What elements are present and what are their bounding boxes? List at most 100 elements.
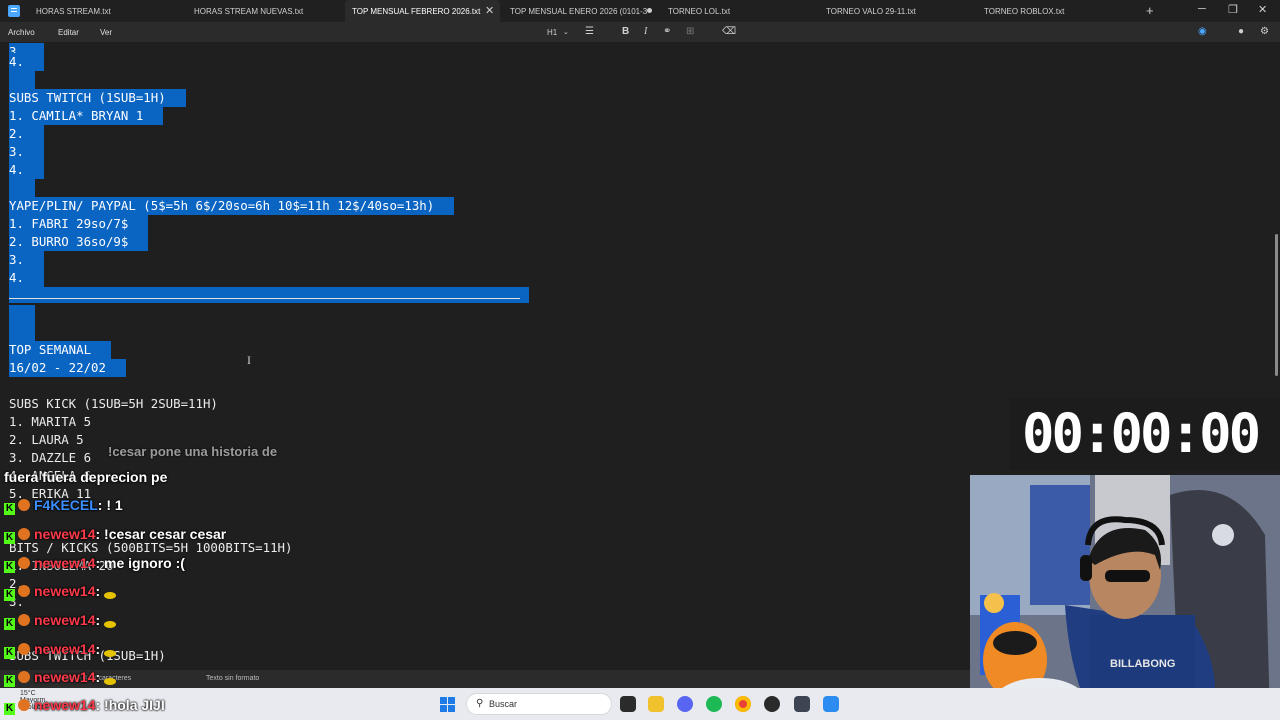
chat-text: : me ignoro :(	[95, 555, 185, 571]
menu-editar[interactable]: Editar	[58, 28, 79, 37]
calculator-icon[interactable]	[794, 696, 810, 712]
maximize-icon[interactable]: ❐	[1228, 3, 1238, 16]
file-explorer-icon[interactable]	[648, 696, 664, 712]
selection-highlight	[9, 305, 35, 323]
notepad-taskbar-icon[interactable]	[823, 696, 839, 712]
chevron-down-icon[interactable]: ⌄	[563, 28, 569, 36]
kick-badge-icon: K	[4, 589, 15, 601]
format-indicator[interactable]: Texto sin formato	[206, 675, 259, 682]
italic-icon[interactable]: I	[644, 26, 647, 37]
kick-badge-icon: K	[4, 647, 15, 659]
chat-text: :	[95, 641, 101, 657]
table-icon[interactable]: ⊞	[686, 26, 694, 37]
settings-gear-icon[interactable]: ⚙	[1260, 26, 1269, 37]
kick-badge-icon: K	[4, 675, 15, 687]
chat-username[interactable]: newew14	[34, 526, 95, 542]
chat-message: Knewew14: !cesar cesar cesar	[4, 526, 226, 544]
spotify-icon[interactable]	[706, 696, 722, 712]
chat-username[interactable]: newew14	[34, 641, 95, 657]
chat-text: : !cesar cesar cesar	[95, 526, 227, 542]
editor-line: 1. CAMILA* BRYAN 1	[9, 107, 164, 125]
clear-format-icon[interactable]: ⌫	[722, 26, 736, 37]
tab-label: TORNEO LOL.txt	[668, 7, 731, 16]
minimize-icon[interactable]: ─	[1198, 3, 1206, 15]
selection-highlight	[9, 323, 35, 341]
scrollbar-thumb[interactable]	[1275, 234, 1278, 376]
editor-line: SUBS KICK (1SUB=5H 2SUB=11H)	[9, 396, 218, 411]
chat-username[interactable]: newew14	[34, 583, 95, 599]
chat-text: !cesar pone una historia de	[108, 444, 278, 459]
editor-line: 2. LAURA 5	[9, 432, 84, 447]
user-badge-icon	[18, 585, 30, 597]
chat-username[interactable]: newew14	[34, 612, 95, 628]
editor-line: 3.	[9, 143, 44, 161]
heading-dropdown[interactable]: H1	[547, 28, 557, 37]
webcam-feed: BILLABONG	[970, 475, 1280, 720]
tab-label: TOP MENSUAL ENERO 2026 (0101-3	[510, 7, 648, 16]
list-icon[interactable]: ☰	[585, 26, 594, 37]
discord-icon[interactable]	[677, 696, 693, 712]
tab-horas-stream[interactable]: HORAS STREAM.txt	[36, 0, 186, 22]
editor-line: 3.	[9, 251, 44, 269]
chat-text: :	[95, 583, 101, 599]
text-cursor-icon: I	[247, 353, 251, 367]
emote-icon	[104, 592, 117, 599]
menu-archivo[interactable]: Archivo	[8, 28, 35, 37]
tab-torneo-lol[interactable]: TORNEO LOL.txt	[668, 0, 818, 22]
horizontal-rule	[9, 298, 520, 299]
editor-line: 4.	[9, 269, 44, 287]
stream-timer: 00:00:00	[1022, 402, 1261, 465]
tab-bar: HORAS STREAM.txt HORAS STREAM NUEVAS.txt…	[0, 0, 1280, 22]
editor-line: 3. DAZZLE 6	[9, 450, 92, 465]
chat-username[interactable]: newew14	[34, 697, 95, 713]
tab-torneo-valo[interactable]: TORNEO VALO 29-11.txt	[826, 0, 976, 22]
chat-username[interactable]: newew14	[34, 555, 95, 571]
window-close-icon[interactable]: ✕	[1258, 3, 1267, 16]
selection-highlight	[9, 71, 35, 89]
app-icon[interactable]	[764, 696, 780, 712]
editor-line: 4.	[9, 53, 44, 71]
tab-torneo-roblox[interactable]: TORNEO ROBLOX.txt	[984, 0, 1134, 22]
chrome-icon[interactable]	[735, 696, 751, 712]
user-badge-icon	[18, 557, 30, 569]
chat-message: !cesar pone una historia de	[108, 444, 277, 459]
editor-line: 16/02 - 22/02	[9, 359, 126, 377]
menu-ver[interactable]: Ver	[100, 28, 112, 37]
tab-horas-stream-nuevas[interactable]: HORAS STREAM NUEVAS.txt	[194, 0, 344, 22]
task-view-icon[interactable]	[620, 696, 636, 712]
menu-bar: Archivo Editar Ver H1 ⌄ ☰ B I ⚭ ⊞ ⌫ ◉ ● …	[0, 22, 1280, 42]
tab-label: HORAS STREAM NUEVAS.txt	[194, 7, 304, 16]
windows-start-icon[interactable]	[440, 697, 455, 712]
taskbar-search[interactable]: ⚲ Buscar	[466, 693, 612, 715]
chat-username[interactable]: F4KECEL	[34, 497, 98, 513]
editor-line: YAPE/PLIN/ PAYPAL (5$=5h 6$/20so=6h 10$=…	[9, 197, 455, 215]
chat-message: Knewew14:	[4, 583, 117, 601]
bold-icon[interactable]: B	[622, 26, 629, 37]
chat-username[interactable]: newew14	[34, 669, 95, 685]
notepad-app-icon	[8, 5, 20, 17]
kick-badge-icon: K	[4, 561, 15, 573]
tab-top-mensual-enero[interactable]: TOP MENSUAL ENERO 2026 (0101-3	[510, 0, 660, 22]
selection-highlight	[9, 287, 529, 303]
new-tab-icon[interactable]: +	[1146, 3, 1154, 18]
chat-message: K F4KECEL: ! 1	[4, 497, 123, 515]
unsaved-dot-icon	[647, 8, 652, 13]
svg-text:BILLABONG: BILLABONG	[1110, 658, 1175, 670]
tab-top-mensual-febrero[interactable]: TOP MENSUAL FEBRERO 2026.txt ✕	[345, 0, 500, 22]
copilot-icon[interactable]: ◉	[1198, 26, 1207, 37]
emote-icon	[104, 621, 117, 628]
chat-message: Knewew14:	[4, 669, 117, 687]
close-icon[interactable]: ✕	[485, 4, 494, 17]
windows-taskbar	[0, 688, 1280, 720]
chat-text: :	[95, 669, 101, 685]
editor-line: SUBS TWITCH (1SUB=1H)	[9, 89, 186, 107]
editor-line: TOP SEMANAL	[9, 341, 112, 359]
editor-line: 2. BURRO 36so/9$	[9, 233, 149, 251]
kick-badge-icon: K	[4, 503, 15, 515]
link-icon[interactable]: ⚭	[663, 26, 671, 37]
profile-icon[interactable]: ●	[1238, 26, 1244, 37]
tab-label: HORAS STREAM.txt	[36, 7, 111, 16]
editor-line: 1. MARITA 5	[9, 414, 92, 429]
kick-badge-icon: K	[4, 532, 15, 544]
user-badge-icon	[18, 699, 30, 711]
